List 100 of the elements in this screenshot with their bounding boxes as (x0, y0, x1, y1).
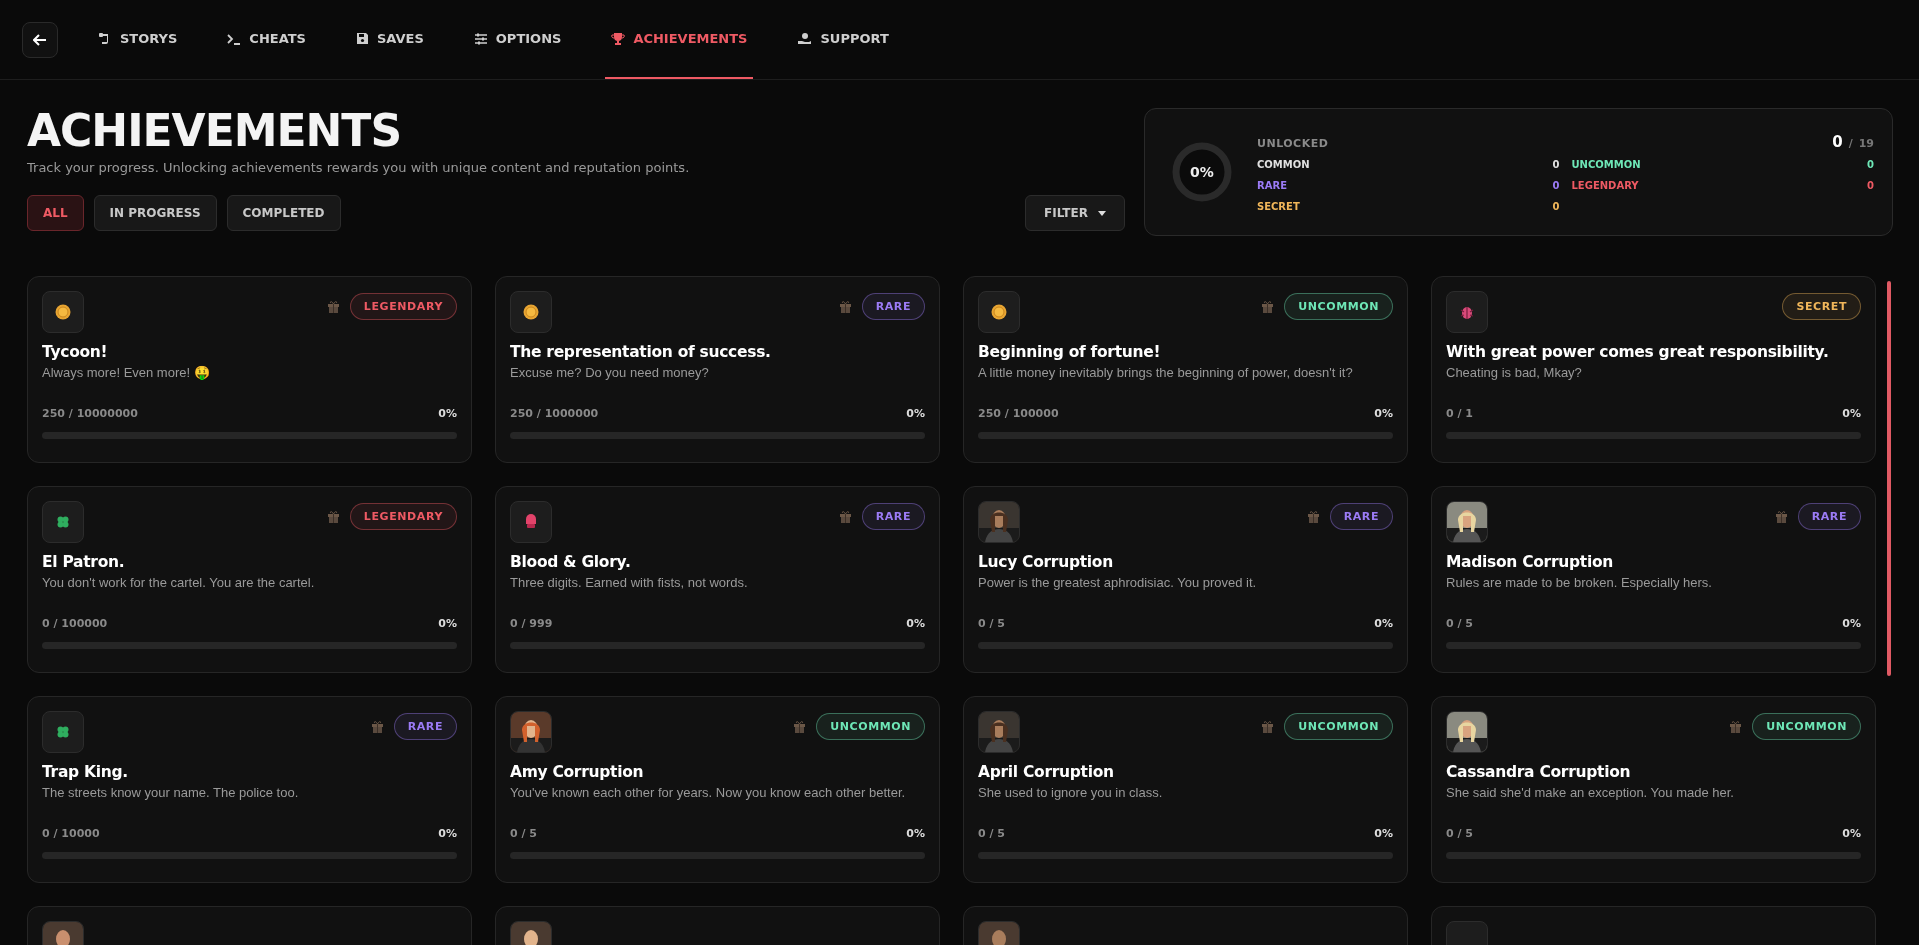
progress-count: 0 / 5 (1446, 827, 1473, 840)
achievement-description: Power is the greatest aphrodisiac. You proved it. (978, 575, 1258, 592)
achievement-title: Blood & Glory. (510, 553, 632, 571)
trophy-icon (611, 31, 626, 46)
achievement-description: Cheating is bad, Mkay? (1446, 365, 1583, 382)
rarity-badge: RARE (861, 503, 925, 530)
rarity-badge: SECRET (1782, 293, 1861, 320)
rarity-badge: LEGENDARY (349, 503, 457, 530)
progress-count: 250 / 100000 (978, 407, 1059, 420)
achievement-title: Beginning of fortune! (978, 343, 1162, 361)
page-title: ACHIEVEMENTS (27, 108, 403, 155)
progress-percent: 0% (1374, 827, 1393, 840)
rarity-label: RARE (1257, 179, 1287, 191)
progress-percent: 0% (906, 617, 925, 630)
progress-percent: 0% (1374, 617, 1393, 630)
progress-count: 0 / 5 (1446, 617, 1473, 630)
achievement-description: She said she'd make an exception. You made her. (1446, 785, 1735, 802)
nav-tab[interactable]: SUPPORT (791, 0, 895, 79)
progress-count: 250 / 10000000 (42, 407, 138, 420)
rarity-label: SECRET (1257, 200, 1300, 212)
sliders-icon (473, 31, 488, 46)
achievement-description: The streets know your name. The police too. (42, 785, 300, 802)
achievement-title: With great power comes great responsibility. (1446, 343, 1830, 361)
progress-count: 0 / 999 (510, 617, 553, 630)
arrow-left-icon (33, 33, 47, 46)
rarity-badge: UNCOMMON (1752, 713, 1861, 740)
rarity-badge: UNCOMMON (1284, 293, 1393, 320)
unlocked-label: UNLOCKED (1257, 136, 1329, 150)
caret-icon (1098, 210, 1106, 216)
rarity-label: LEGENDARY (1571, 179, 1639, 191)
unlocked-percent: 0% (1189, 164, 1215, 180)
rarity-badge: RARE (1797, 503, 1861, 530)
achievement-description: A little money inevitably brings the beginning of power, doesn't it? (978, 365, 1354, 382)
rarity-count: 0 (1552, 200, 1560, 212)
achievement-title: Lucy Corruption (978, 553, 1114, 571)
filter-tab[interactable]: COMPLETED (226, 195, 341, 232)
progress-count: 0 / 5 (510, 827, 537, 840)
rarity-badge: RARE (861, 293, 925, 320)
achievement-title: El Patron. (42, 553, 126, 571)
rarity-count: 0 (1552, 158, 1560, 170)
rarity-count: 0 (1552, 179, 1560, 191)
progress-percent: 0% (906, 407, 925, 420)
rarity-badge: RARE (1329, 503, 1393, 530)
save-icon (355, 32, 369, 45)
achievement-title: April Corruption (978, 763, 1115, 781)
nav-tab[interactable]: SAVES (349, 0, 430, 79)
back-button[interactable] (22, 21, 58, 58)
progress-count: 0 / 100000 (42, 617, 108, 630)
achievement-title: Tycoon! (42, 343, 109, 361)
achievement-description: Rules are made to be broken. Especially hers. (1446, 575, 1713, 592)
progress-percent: 0% (1842, 827, 1861, 840)
clover-icon (55, 514, 71, 530)
rarity-count: 0 (1867, 179, 1874, 191)
rarity-badge: RARE (393, 713, 457, 740)
unlocked-count: 0 (1832, 132, 1843, 151)
achievement-description: You've known each other for years. Now you know each other better. (510, 785, 907, 802)
progress-percent: 0% (1842, 407, 1861, 420)
progress-count: 0 / 1 (1446, 407, 1473, 420)
hand-icon (797, 31, 813, 46)
nav-tab[interactable]: ACHIEVEMENTS (605, 0, 754, 79)
boxing-glove-icon (523, 514, 539, 530)
bug-icon (1459, 304, 1475, 320)
progress-percent: 0% (438, 407, 457, 420)
achievement-title: The representation of success. (510, 343, 772, 361)
achievement-title: Amy Corruption (510, 763, 645, 781)
rarity-badge: UNCOMMON (816, 713, 925, 740)
scrollbar[interactable] (1887, 281, 1891, 676)
coin-icon (991, 304, 1007, 320)
coin-icon (55, 304, 71, 320)
rarity-badge: UNCOMMON (1284, 713, 1393, 740)
rarity-count: 0 (1867, 158, 1874, 170)
progress-count: 0 / 5 (978, 827, 1005, 840)
achievement-description: Three digits. Earned with fists, not words. (510, 575, 749, 592)
filter-dropdown[interactable]: FILTER (1025, 195, 1125, 232)
achievement-description: Excuse me? Do you need money? (510, 365, 710, 382)
filter-tab[interactable]: IN PROGRESS (93, 195, 217, 232)
page-subtitle: Track your progress. Unlocking achievements rewards you with unique content and reputation points. (27, 160, 691, 176)
coin-icon (523, 304, 539, 320)
rarity-label: UNCOMMON (1571, 158, 1641, 170)
progress-percent: 0% (438, 827, 457, 840)
terminal-icon (227, 31, 242, 46)
achievement-description: She used to ignore you in class. (978, 785, 1164, 802)
rarity-label: COMMON (1257, 158, 1310, 170)
filter-tab[interactable]: ALL (27, 195, 84, 232)
nav-tab[interactable]: OPTIONS (467, 0, 568, 79)
progress-percent: 0% (906, 827, 925, 840)
progress-percent: 0% (1842, 617, 1861, 630)
achievement-description: Always more! Even more! 🤑 (42, 365, 211, 382)
progress-percent: 0% (1374, 407, 1393, 420)
nav-tab[interactable]: CHEATS (221, 0, 312, 79)
nav-tab[interactable]: STORYS (92, 0, 184, 79)
achievement-title: Cassandra Corruption (1446, 763, 1632, 781)
rarity-badge: LEGENDARY (349, 293, 457, 320)
achievement-title: Madison Corruption (1446, 553, 1615, 571)
total-count: 19 (1858, 136, 1874, 150)
progress-count: 0 / 5 (978, 617, 1005, 630)
achievement-description: You don't work for the cartel. You are the cartel. (42, 575, 316, 592)
progress-count: 0 / 10000 (42, 827, 100, 840)
count-separator: / (1848, 136, 1853, 150)
clover-icon (55, 724, 71, 740)
